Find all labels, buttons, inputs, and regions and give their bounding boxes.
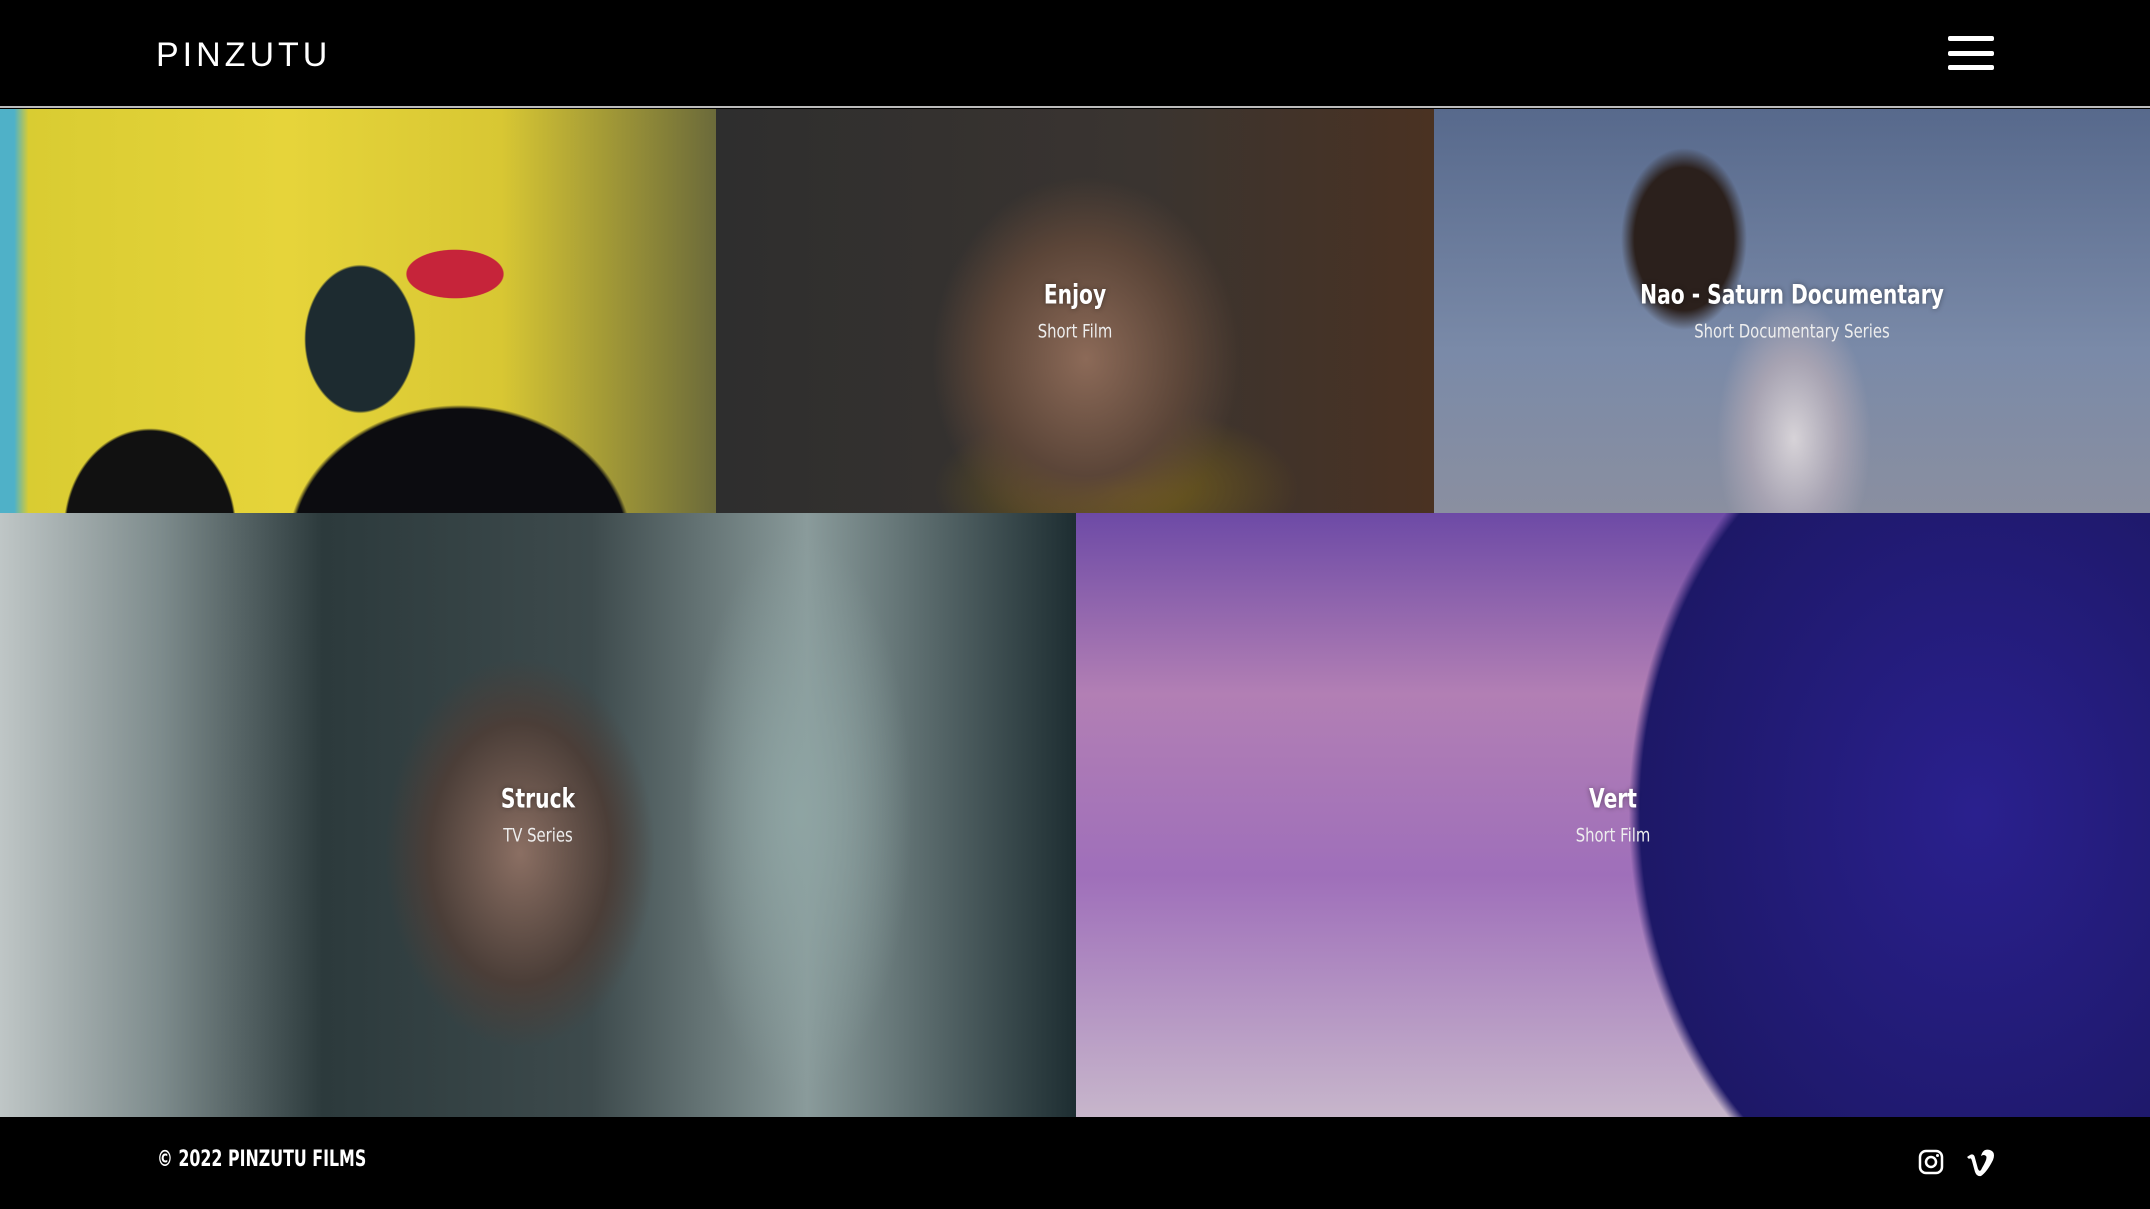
project-tile-nao[interactable]: Nao - Saturn Documentary Short Documentar… [1434, 109, 2150, 513]
project-title: Struck [500, 783, 576, 815]
project-subtitle: TV Series [503, 824, 573, 847]
project-title: Nao - Saturn Documentary [1640, 279, 1944, 311]
project-subtitle: Short Film [1575, 824, 1651, 847]
site-logo[interactable]: PINZUTU [156, 36, 331, 75]
project-tile-vert[interactable]: Vert Short Film [1076, 513, 2150, 1117]
instagram-icon[interactable] [1918, 1149, 1948, 1179]
hamburger-icon [1948, 36, 1994, 41]
project-tile-enjoy[interactable]: Enjoy Short Film [716, 109, 1434, 513]
vimeo-icon[interactable] [1966, 1149, 1996, 1179]
menu-button[interactable] [1948, 36, 1994, 70]
project-title: Enjoy [1043, 279, 1107, 311]
hamburger-icon-line [1948, 51, 1994, 56]
project-tile-1[interactable] [0, 109, 716, 513]
project-tile-struck[interactable]: Struck TV Series [0, 513, 1076, 1117]
site-header: PINZUTU [0, 0, 2150, 108]
project-subtitle: Short Film [1037, 320, 1113, 343]
copyright: © 2022 PINZUTU FILMS [157, 1147, 367, 1172]
project-subtitle: Short Documentary Series [1694, 320, 1890, 343]
hamburger-icon-line [1948, 65, 1994, 70]
site-footer: © 2022 PINZUTU FILMS [0, 1117, 2150, 1209]
project-title: Vert [1589, 783, 1637, 815]
